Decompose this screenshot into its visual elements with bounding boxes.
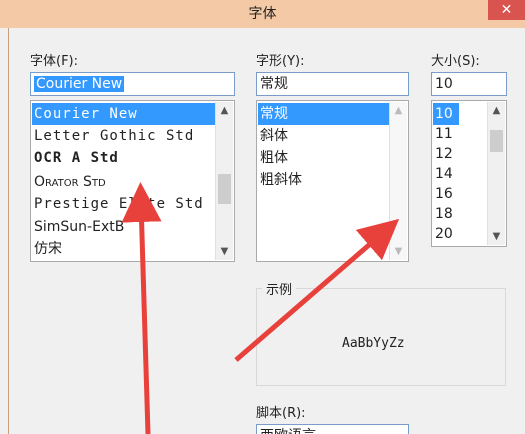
annotation-overlay	[121, 182, 400, 434]
annotation-arrow	[121, 182, 162, 434]
annotation-arrow	[234, 218, 400, 362]
